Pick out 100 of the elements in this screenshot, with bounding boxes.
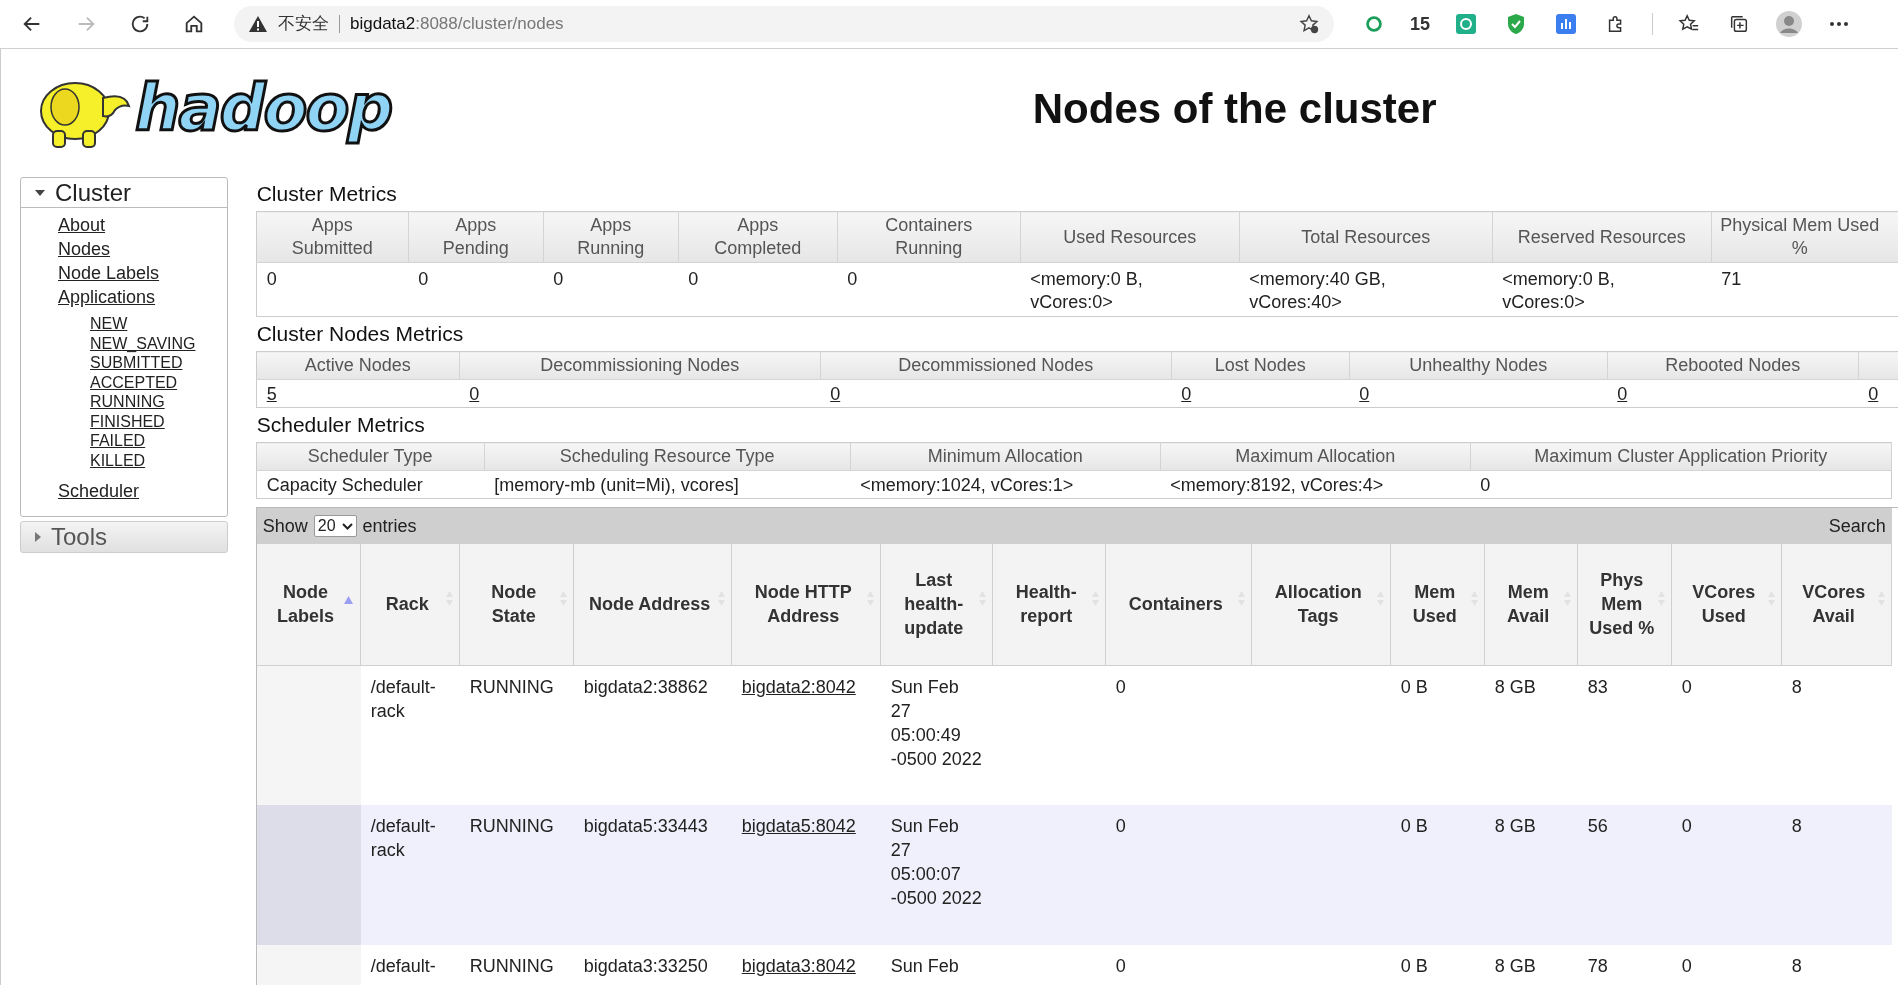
metric-value: 0 bbox=[266, 269, 277, 289]
security-label: 不安全 bbox=[278, 13, 329, 36]
column-header[interactable]: VCores Avail bbox=[1781, 544, 1892, 665]
show-label: Show bbox=[262, 514, 308, 538]
metric-value: <memory:0 B, vCores:0> bbox=[1502, 269, 1615, 312]
sidebar-link[interactable]: Node Labels bbox=[58, 263, 160, 283]
metric-value: Capacity Scheduler bbox=[266, 475, 423, 495]
column-header: Minimum Allocation bbox=[850, 442, 1161, 471]
table-cell: Sun Feb 27 05:00:49 -0500 2022 bbox=[890, 676, 982, 769]
sidebar-link[interactable]: KILLED bbox=[90, 450, 146, 470]
metric-link[interactable]: 0 bbox=[1181, 384, 1192, 404]
table-cell: 0 bbox=[1115, 816, 1126, 836]
table-cell: RUNNING bbox=[469, 956, 554, 976]
column-header: Decommissioning Nodes bbox=[459, 351, 821, 380]
address-bar[interactable]: 不安全 bigdata2:8088/cluster/nodes bbox=[234, 6, 1334, 42]
metric-value: 0 bbox=[847, 269, 858, 289]
sidebar-link[interactable]: FINISHED bbox=[90, 411, 165, 431]
metric-value: <memory:0 B, vCores:0> bbox=[1030, 269, 1143, 312]
sidebar-link[interactable]: NEW_SAVING bbox=[90, 333, 196, 353]
table-cell: RUNNING bbox=[469, 676, 554, 697]
url-text: bigdata2:8088/cluster/nodes bbox=[350, 13, 565, 36]
column-header: Reserved Resources bbox=[1492, 211, 1712, 263]
column-header[interactable]: Node HTTP Address bbox=[731, 544, 881, 665]
table-cell: /default- bbox=[370, 956, 436, 976]
column-header: Apps Pending bbox=[408, 211, 544, 263]
avatar-icon[interactable] bbox=[1775, 10, 1804, 38]
sidebar-link[interactable]: Applications bbox=[58, 287, 156, 307]
table-cell: 0 bbox=[1681, 956, 1692, 976]
column-header: Apps Running bbox=[543, 211, 679, 263]
metric-value: <memory:1024, vCores:1> bbox=[860, 475, 1074, 495]
column-header[interactable]: Rack bbox=[360, 544, 460, 665]
column-header[interactable]: Health-report bbox=[992, 544, 1106, 665]
section-header[interactable]: Cluster bbox=[21, 178, 227, 208]
table-cell: bigdata3:33250 bbox=[583, 956, 708, 976]
table-cell: bigdata2:38862 bbox=[583, 676, 708, 697]
sidebar-link[interactable]: Nodes bbox=[58, 239, 111, 259]
page-title: Nodes of the cluster bbox=[1031, 83, 1438, 134]
sidebar-link[interactable]: NEW bbox=[90, 314, 128, 334]
metric-link[interactable]: 0 bbox=[830, 384, 841, 404]
metric-link[interactable]: 0 bbox=[1868, 384, 1879, 404]
table-cell: Sun Feb bbox=[890, 956, 959, 976]
sidebar-link[interactable]: ACCEPTED bbox=[90, 372, 178, 392]
column-header[interactable]: Containers bbox=[1105, 544, 1252, 665]
column-header: Decommissioned Nodes bbox=[820, 351, 1172, 380]
entries-label: entries bbox=[362, 514, 417, 538]
column-header: Apps Completed bbox=[678, 211, 838, 263]
column-header[interactable]: VCores Used bbox=[1671, 544, 1782, 665]
extension-badge[interactable]: 15 bbox=[1410, 10, 1431, 38]
page-size-select[interactable]: 20 bbox=[313, 515, 357, 537]
metric-value: 0 bbox=[1480, 475, 1491, 495]
table-cell: 8 bbox=[1791, 956, 1802, 976]
metric-value: <memory:40 GB, vCores:40> bbox=[1249, 269, 1386, 312]
table-cell: /default-rack bbox=[370, 816, 436, 860]
table-cell: 0 B bbox=[1400, 956, 1428, 976]
column-header: Unhealthy Nodes bbox=[1349, 351, 1608, 380]
column-header: Maximum Allocation bbox=[1160, 442, 1471, 471]
table-cell: 8 bbox=[1791, 676, 1802, 697]
column-header[interactable]: Node Labels bbox=[256, 544, 361, 665]
table-cell: 8 GB bbox=[1494, 676, 1536, 697]
sort-ascending-icon bbox=[344, 596, 354, 604]
node-http-link[interactable]: bigdata2:8042 bbox=[741, 676, 856, 697]
table-cell: 0 bbox=[1115, 676, 1126, 697]
column-header[interactable]: Mem Avail bbox=[1484, 544, 1578, 665]
table-cell: RUNNING bbox=[469, 816, 554, 836]
node-http-link[interactable]: bigdata5:8042 bbox=[741, 816, 856, 836]
sidebar-link[interactable]: Scheduler bbox=[58, 481, 140, 501]
metric-link[interactable]: 0 bbox=[469, 384, 480, 404]
column-header[interactable]: Node State bbox=[459, 544, 574, 665]
column-header[interactable]: Last health-update bbox=[880, 544, 993, 665]
metric-value: 71 bbox=[1721, 269, 1742, 289]
metric-value: 0 bbox=[688, 269, 699, 289]
table-cell: bigdata5:33443 bbox=[583, 816, 708, 836]
table-cell: 0 bbox=[1681, 816, 1692, 836]
metric-value: 0 bbox=[418, 269, 429, 289]
column-header: Lost Nodes bbox=[1171, 351, 1350, 380]
node-http-link[interactable]: bigdata3:8042 bbox=[741, 956, 856, 976]
column-header[interactable]: Mem Used bbox=[1390, 544, 1485, 665]
table-cell: 83 bbox=[1587, 676, 1608, 697]
column-header[interactable]: Phys Mem Used % bbox=[1577, 544, 1672, 665]
section-header[interactable]: Tools bbox=[21, 522, 227, 552]
metric-value: [memory-mb (unit=Mi), vcores] bbox=[494, 475, 739, 495]
sidebar-link[interactable]: RUNNING bbox=[90, 392, 165, 412]
sidebar-link[interactable]: SUBMITTED bbox=[90, 353, 183, 373]
table-cell: 8 GB bbox=[1494, 956, 1536, 976]
column-header[interactable]: Node Address bbox=[573, 544, 732, 665]
metric-link[interactable]: 0 bbox=[1359, 384, 1370, 404]
table-cell: 0 bbox=[1115, 956, 1126, 976]
metric-link[interactable]: 5 bbox=[266, 384, 277, 404]
table-cell: 0 bbox=[1681, 676, 1692, 697]
table-cell: 8 bbox=[1791, 816, 1802, 836]
column-header: Total Resources bbox=[1239, 211, 1493, 263]
chevron-down-icon bbox=[341, 522, 353, 530]
sidebar-link[interactable]: FAILED bbox=[90, 431, 146, 451]
table-cell: 0 B bbox=[1400, 676, 1428, 697]
sidebar-link[interactable]: About bbox=[58, 215, 106, 235]
column-header[interactable]: Allocation Tags bbox=[1251, 544, 1391, 665]
metric-value: <memory:8192, vCores:4> bbox=[1170, 475, 1384, 495]
section-title: Cluster Metrics bbox=[255, 181, 398, 207]
metric-link[interactable]: 0 bbox=[1617, 384, 1628, 404]
add-favorite-icon[interactable] bbox=[1298, 13, 1320, 35]
